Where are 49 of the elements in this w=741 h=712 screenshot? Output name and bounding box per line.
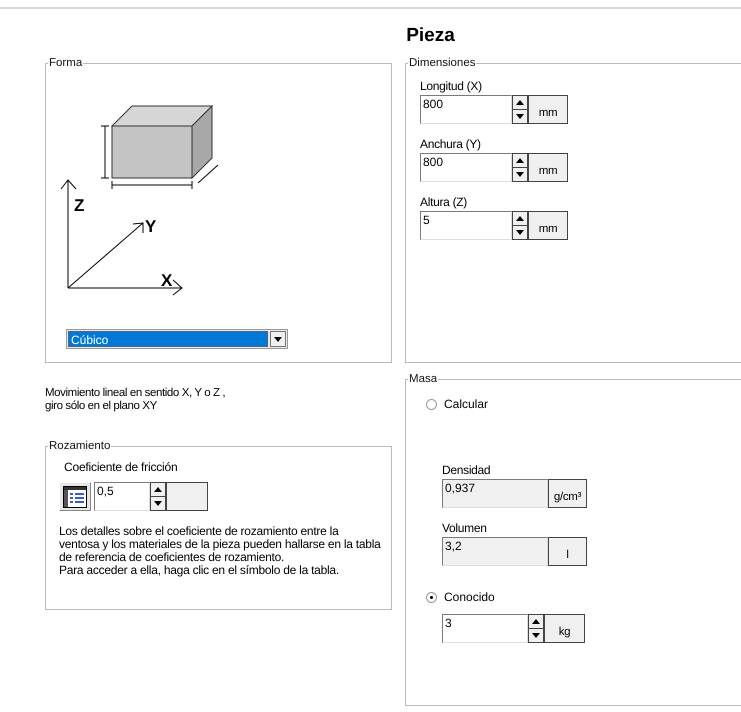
unit-button[interactable]: kg <box>544 614 585 643</box>
shape-dropdown[interactable]: Cúbico <box>66 329 288 349</box>
up-arrow-icon <box>516 158 524 163</box>
down-arrow-icon <box>516 230 524 235</box>
table-button[interactable] <box>59 482 91 511</box>
down-arrow-icon <box>516 114 524 119</box>
number-field[interactable]: 0,937 <box>442 479 548 508</box>
number-field[interactable]: 800 <box>420 95 512 124</box>
group-title: Forma <box>48 57 84 69</box>
number-field[interactable]: 3 <box>442 614 528 643</box>
group-title: Rozamiento <box>48 440 112 452</box>
radio-button[interactable]: Conocido <box>426 590 741 604</box>
down-arrow-icon <box>532 633 540 638</box>
unit-button[interactable]: g/cm³ <box>548 479 587 508</box>
radio-button[interactable]: Calcular <box>426 397 741 411</box>
axis-label: X <box>161 271 172 290</box>
down-arrow-icon <box>154 501 162 506</box>
axis-label: Z <box>74 196 84 215</box>
unit-button[interactable]: l <box>548 537 587 566</box>
field-label: Longitud (X) <box>420 79 483 93</box>
number-field[interactable]: 800 <box>420 153 512 182</box>
radio-label: Conocido <box>444 590 495 604</box>
number-field[interactable]: 3,2 <box>442 537 548 566</box>
friction-note: Los detalles sobre el coeficiente de rozamiento entre la ventosa y los materiales de la pieza pueden hallarse en la tabla de referencia de coeficientes de rozamiento. Para acceder a ella, haga clic en el símbolo de la tabla. <box>59 525 382 577</box>
up-arrow-icon <box>516 100 524 105</box>
table-icon <box>63 486 87 508</box>
group-title: Dimensiones <box>408 57 476 69</box>
up-arrow-icon <box>516 216 524 221</box>
field-label: Altura (Z) <box>420 195 468 209</box>
group-title: Masa <box>408 373 438 385</box>
field-label: Anchura (Y) <box>420 137 482 151</box>
number-field[interactable]: 5 <box>420 211 512 240</box>
unit-button[interactable]: mm <box>528 153 568 182</box>
field-label: Densidad <box>442 463 492 477</box>
field-label: Volumen <box>442 521 488 535</box>
blank-button[interactable] <box>166 482 208 511</box>
unit-button[interactable]: mm <box>528 211 568 240</box>
down-arrow-icon <box>274 336 282 342</box>
motion-note: Movimiento lineal en sentido X, Y o Z , giro sólo en el plano XY <box>45 387 226 413</box>
up-arrow-icon <box>532 619 540 624</box>
field-label: Coeficiente de fricción <box>63 460 178 474</box>
unit-button[interactable]: mm <box>528 95 568 124</box>
radio-label: Calcular <box>444 397 488 411</box>
number-field[interactable]: 0,5 <box>94 482 150 511</box>
axis-label: Y <box>145 217 156 236</box>
up-arrow-icon <box>154 487 162 492</box>
dropdown-value: Cúbico <box>68 331 268 347</box>
page-title: Pieza <box>406 25 455 47</box>
down-arrow-icon <box>516 172 524 177</box>
